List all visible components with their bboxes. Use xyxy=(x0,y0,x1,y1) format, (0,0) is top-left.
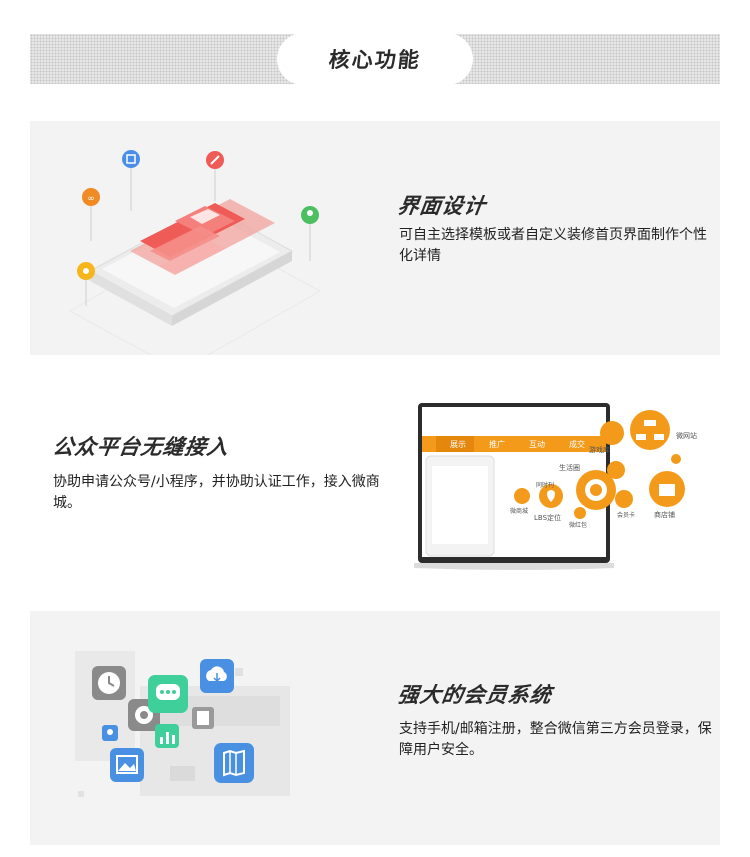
sitemap-icon xyxy=(630,410,670,450)
feature-description: 协助申请公众号/小程序，并协助认证工作，接入微商城。 xyxy=(53,474,380,511)
film-icon xyxy=(192,707,214,729)
coupon-label: 同时刊 xyxy=(536,482,555,489)
circle-label: 生活圈 xyxy=(559,464,580,472)
feature-panel-member-system: 强大的会员系统 支持手机/邮箱注册，整合微信第三方会员登录，保障用户安全。 xyxy=(30,611,720,845)
user-pin-icon xyxy=(301,206,319,261)
weisite-label: 微网站 xyxy=(676,432,697,440)
feature-description: 支持手机/邮箱注册，整合微信第三方会员登录，保障用户安全。 xyxy=(399,721,712,758)
shop-label: 微商城 xyxy=(510,508,529,515)
tab-deal: 成交 xyxy=(569,440,585,449)
run-icon xyxy=(514,488,530,504)
card-icon xyxy=(615,490,633,508)
link-pin-icon: ∞ xyxy=(82,188,100,241)
gamepad-icon xyxy=(600,421,624,445)
vip-label: 会员卡 xyxy=(617,512,636,519)
cloud-download-icon xyxy=(200,659,234,693)
tab-display: 展示 xyxy=(450,440,466,449)
header-pill: 核心功能 xyxy=(277,33,473,85)
store-label: 商店铺 xyxy=(654,511,675,519)
hand-pin-icon xyxy=(77,262,95,306)
section-title: 核心功能 xyxy=(327,48,423,72)
clock-icon xyxy=(92,666,126,700)
image-pin-icon xyxy=(122,150,140,211)
feature-title: 界面设计 xyxy=(396,194,488,218)
chat-icon xyxy=(148,675,188,713)
tag-icon xyxy=(671,454,681,464)
tab-promote: 推广 xyxy=(489,440,505,449)
feature-description: 可自主选择模板或者自定义装修首页界面制作个性化详情 xyxy=(399,227,707,264)
ui-design-illustration: ∞ xyxy=(68,150,322,355)
picture-icon xyxy=(110,748,144,782)
tab-interact: 互动 xyxy=(529,440,545,449)
location-icon xyxy=(102,725,118,741)
car-icon xyxy=(607,461,625,479)
redpack-label: 微红包 xyxy=(569,522,588,529)
feature-panel-ui-design: ∞ 界面设计 可自主选择模板或者自定义装修首页界面制作个性化详情 xyxy=(30,121,720,355)
feature-title: 强大的会员系统 xyxy=(396,683,554,707)
edit-pin-icon xyxy=(206,151,224,201)
game-label: 游戏库 xyxy=(589,446,610,454)
redpack-icon xyxy=(574,507,586,519)
feature-title: 公众平台无缝接入 xyxy=(51,435,231,459)
member-system-illustration xyxy=(75,651,290,797)
lbs-label: LBS定位 xyxy=(534,514,562,522)
svg-text:∞: ∞ xyxy=(87,194,95,204)
map-icon xyxy=(214,743,254,783)
bar-chart-icon xyxy=(155,724,179,748)
laptop-illustration: 展示 推广 互动 成交 游戏库 微网站 LBS定位 生活圈 微商城 会员卡 商店… xyxy=(414,400,720,572)
